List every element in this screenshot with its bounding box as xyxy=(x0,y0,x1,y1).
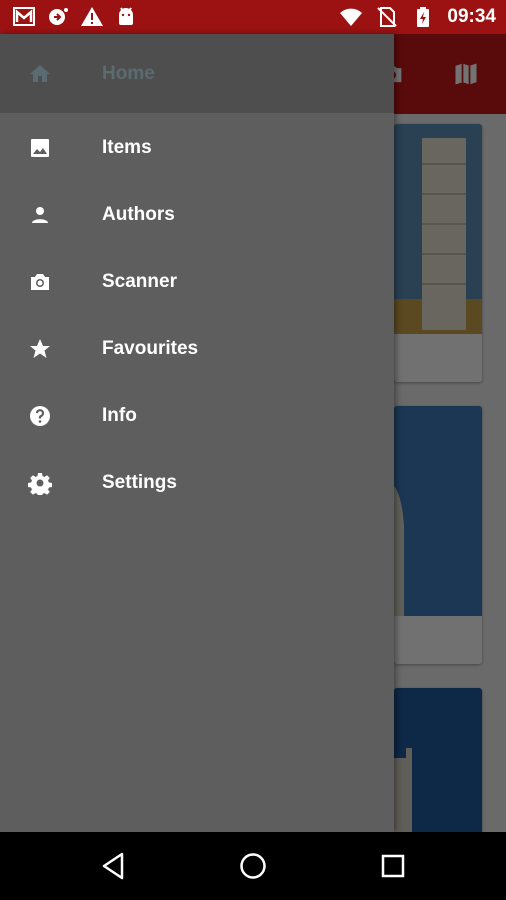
status-bar: 09:34 xyxy=(0,0,506,34)
drawer-item-label: Items xyxy=(102,137,152,158)
drawer-item-items[interactable]: Items xyxy=(0,114,394,181)
drawer-item-scanner[interactable]: Scanner xyxy=(0,248,394,315)
warning-icon xyxy=(81,7,103,26)
system-nav-bar xyxy=(0,832,506,900)
drawer-item-label: Home xyxy=(102,63,155,84)
image-icon xyxy=(31,139,49,157)
drawer-item-label: Favourites xyxy=(102,338,199,359)
android-icon xyxy=(119,7,133,25)
help-icon xyxy=(30,406,50,426)
drawer-item-info[interactable]: Info xyxy=(0,382,394,449)
drawer-item-label: Settings xyxy=(102,472,177,493)
battery-charging-icon xyxy=(417,7,430,27)
no-sim-icon xyxy=(377,7,398,27)
drawer-item-label: Authors xyxy=(102,204,175,225)
person-icon xyxy=(32,207,48,223)
gmail-icon xyxy=(13,7,35,26)
drawer-item-label: Info xyxy=(102,405,137,426)
drawer-item-authors[interactable]: Authors xyxy=(0,181,394,248)
home-circle-icon[interactable] xyxy=(237,850,269,882)
navigation-drawer: Home Items Authors Scanner Favourites In… xyxy=(0,34,394,832)
clock: 09:34 xyxy=(447,6,496,27)
wifi-icon xyxy=(340,8,363,26)
drawer-item-favourites[interactable]: Favourites xyxy=(0,315,394,382)
drawer-item-home[interactable]: Home xyxy=(0,34,394,113)
drawer-item-label: Scanner xyxy=(102,271,177,292)
back-icon[interactable] xyxy=(98,850,130,882)
drawer-item-settings[interactable]: Settings xyxy=(0,449,394,516)
gear-icon xyxy=(28,473,52,495)
home-icon xyxy=(30,65,50,82)
star-icon xyxy=(30,339,50,358)
recents-icon[interactable] xyxy=(377,850,409,882)
camera-icon xyxy=(31,274,49,290)
sync-icon xyxy=(49,8,68,25)
